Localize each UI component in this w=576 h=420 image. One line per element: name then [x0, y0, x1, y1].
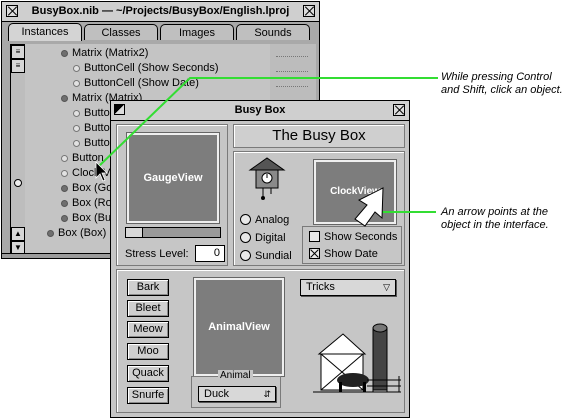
annotation-top: While pressing Control and Shift, click … — [441, 71, 573, 97]
annotation-bottom-line1: An arrow points at the — [441, 206, 549, 218]
callout-line-top-diagonal — [97, 106, 161, 168]
annotation-bottom-line2: object in the interface. — [441, 219, 549, 231]
annotation-top-line1: While pressing Control — [441, 71, 552, 83]
arrow-pointer-icon — [354, 187, 384, 227]
callout-line-top — [159, 77, 438, 108]
annotation-bottom: An arrow points at the object in the int… — [441, 206, 573, 232]
annotation-top-line2: and Shift, click an object. — [441, 84, 563, 96]
